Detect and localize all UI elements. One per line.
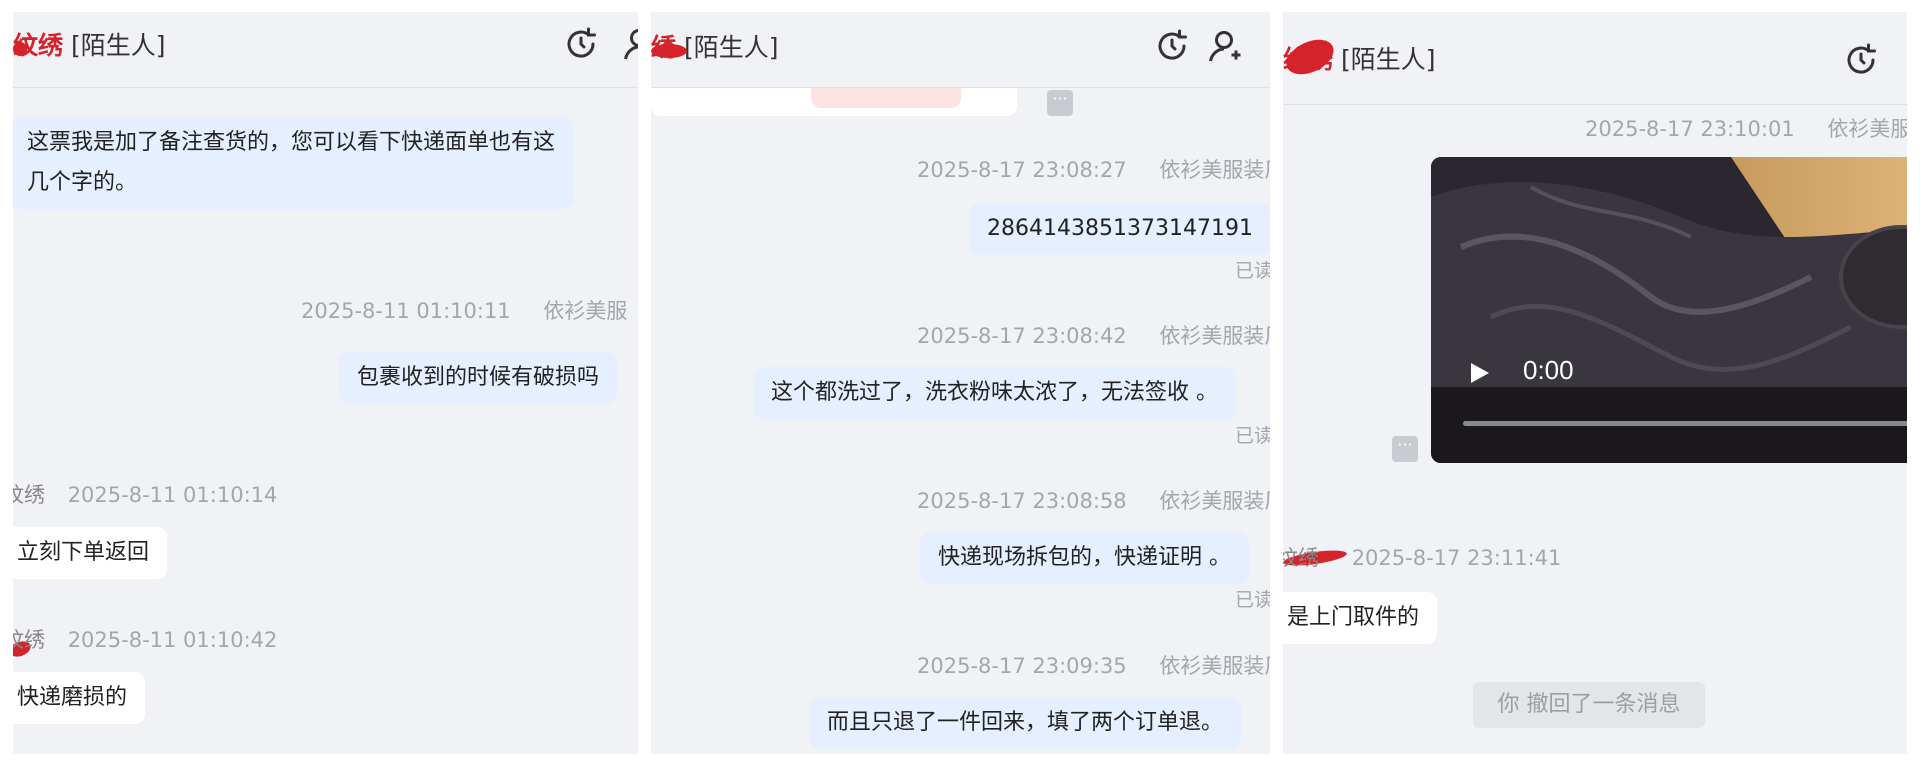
read-status: 已读 xyxy=(1235,589,1270,611)
refresh-icon[interactable] xyxy=(1154,28,1190,64)
message-sender: 纹绣 xyxy=(1283,546,1319,570)
message-meta: 纹绣 2025-8-17 23:11:41 xyxy=(1283,542,1561,572)
message-text: 而且只退了一件回来，填了两个订单退。 xyxy=(827,710,1224,735)
user-icon[interactable] xyxy=(621,26,638,62)
message-text: 是上门取件的 xyxy=(1287,605,1420,630)
message-text: 快递现场拆包的，快递证明 。 xyxy=(938,545,1231,570)
chat-panel-3: 纹绣 [陌生人] 2025-8-17 23:10:01 依衫美服 xyxy=(1283,12,1907,754)
message-sender: 依衫美服装厂 xyxy=(1159,654,1270,678)
message-time: 2025-8-11 01:10:11 xyxy=(301,299,511,323)
message-meta: 纹绣 2025-8-11 01:10:14 xyxy=(13,479,277,509)
message-time: 2025-8-17 23:08:58 xyxy=(917,489,1127,513)
message-sender: 依衫美服 xyxy=(543,299,628,323)
message-time: 2025-8-17 23:08:27 xyxy=(917,158,1127,182)
message-bubble[interactable]: 而且只退了一件回来，填了两个订单退。 xyxy=(809,697,1242,749)
redaction-mark xyxy=(651,44,687,58)
message-bubble[interactable]: 快递现场拆包的，快递证明 。 xyxy=(920,532,1249,584)
contact-tag: [陌生人] xyxy=(683,33,779,62)
message-meta: 2025-8-17 23:08:58 依衫美服装厂 xyxy=(917,485,1270,515)
message-bubble[interactable]: 是上门取件的 xyxy=(1283,592,1438,644)
video-time: 0:00 xyxy=(1523,355,1574,385)
message-text: 几个字的。 xyxy=(27,170,138,195)
message-text: 快递磨损的 xyxy=(17,685,128,710)
message-bubble[interactable]: 2864143851373147191 xyxy=(969,203,1270,255)
message-time: 2025-8-17 23:10:01 xyxy=(1585,117,1795,141)
message-meta: 2025-8-11 01:10:11 依衫美服 xyxy=(301,295,627,325)
message-meta: 2025-8-17 23:08:42 依衫美服装厂 xyxy=(917,320,1270,350)
message-sender: 纹绣 xyxy=(13,483,45,507)
message-text: 立刻下单返回 xyxy=(17,540,150,565)
read-status: 已读 xyxy=(1235,260,1270,282)
video-message[interactable]: 0:00 xyxy=(1431,157,1907,463)
message-meta: 2025-8-17 23:08:27 依衫美服装厂 xyxy=(917,154,1270,184)
message-meta: 2025-8-17 23:09:35 依衫美服装厂 xyxy=(917,650,1270,680)
message-sender: 依衫美服装厂 xyxy=(1159,489,1270,513)
contact-tag: [陌生人] xyxy=(1340,45,1436,74)
message-sender: 依衫美服装厂 xyxy=(1159,158,1270,182)
refresh-icon[interactable] xyxy=(1843,42,1879,78)
message-bubble[interactable]: 快递磨损的 xyxy=(13,672,146,724)
message-sender: 依衫美服装厂 xyxy=(1159,324,1270,348)
recall-notice: 你 撤回了一条消息 xyxy=(1473,682,1705,728)
message-text: 2864143851373147191 xyxy=(987,216,1253,241)
message-meta: 2025-8-17 23:10:01 依衫美服 xyxy=(1585,113,1907,143)
refresh-icon[interactable] xyxy=(563,26,599,62)
message-time: 2025-8-17 23:08:42 xyxy=(917,324,1127,348)
message-sender: 纹绣 xyxy=(13,628,45,652)
contact-name[interactable]: 纹绣 [陌生人] xyxy=(13,26,165,62)
chat-header: 绣 [陌生人] xyxy=(651,12,1270,88)
message-bubble[interactable]: 这个都洗过了，洗衣粉味太浓了，无法签收 。 xyxy=(753,367,1236,419)
message-text: 包裹收到的时候有破损吗 xyxy=(357,365,600,390)
chat-panel-1: 纹绣 [陌生人] 这票我是加了备注查货的，您可以看下快递面单也有这 几个字的。 … xyxy=(13,12,638,754)
chat-panel-2: 绣 [陌生人] ··· 2025-8-17 23:08:27 依衫美服装厂 28… xyxy=(651,12,1270,754)
contact-tag: [陌生人] xyxy=(70,31,166,60)
message-time: 2025-8-11 01:10:42 xyxy=(67,628,278,652)
message-time: 2025-8-17 23:11:41 xyxy=(1351,546,1562,570)
play-icon[interactable] xyxy=(1469,361,1491,385)
message-bubble[interactable]: 立刻下单返回 xyxy=(13,527,168,579)
read-status: 已读 xyxy=(1235,425,1270,447)
more-icon[interactable]: ··· xyxy=(1392,436,1418,462)
message-bubble[interactable]: 这票我是加了备注查货的，您可以看下快递面单也有这 几个字的。 xyxy=(13,117,574,209)
more-icon[interactable]: ··· xyxy=(1047,90,1073,116)
chat-header: 纹绣 [陌生人] xyxy=(13,12,638,88)
message-meta: 纹绣 2025-8-11 01:10:42 xyxy=(13,624,277,654)
message-bubble[interactable]: 包裹收到的时候有破损吗 xyxy=(339,352,618,404)
video-thumbnail xyxy=(1431,157,1907,463)
message-time: 2025-8-17 23:09:35 xyxy=(917,654,1127,678)
chat-header: 纹绣 [陌生人] xyxy=(1283,12,1907,105)
video-progress-bar[interactable] xyxy=(1463,421,1907,426)
redaction-mark xyxy=(13,42,27,56)
user-icon[interactable] xyxy=(1206,28,1242,64)
message-text: 这个都洗过了，洗衣粉味太浓了，无法签收 。 xyxy=(771,380,1218,405)
message-text: 这票我是加了备注查货的，您可以看下快递面单也有这 xyxy=(27,130,556,155)
message-sender: 依衫美服 xyxy=(1827,117,1907,141)
message-time: 2025-8-11 01:10:14 xyxy=(67,483,278,507)
previous-message-highlight xyxy=(811,88,961,108)
